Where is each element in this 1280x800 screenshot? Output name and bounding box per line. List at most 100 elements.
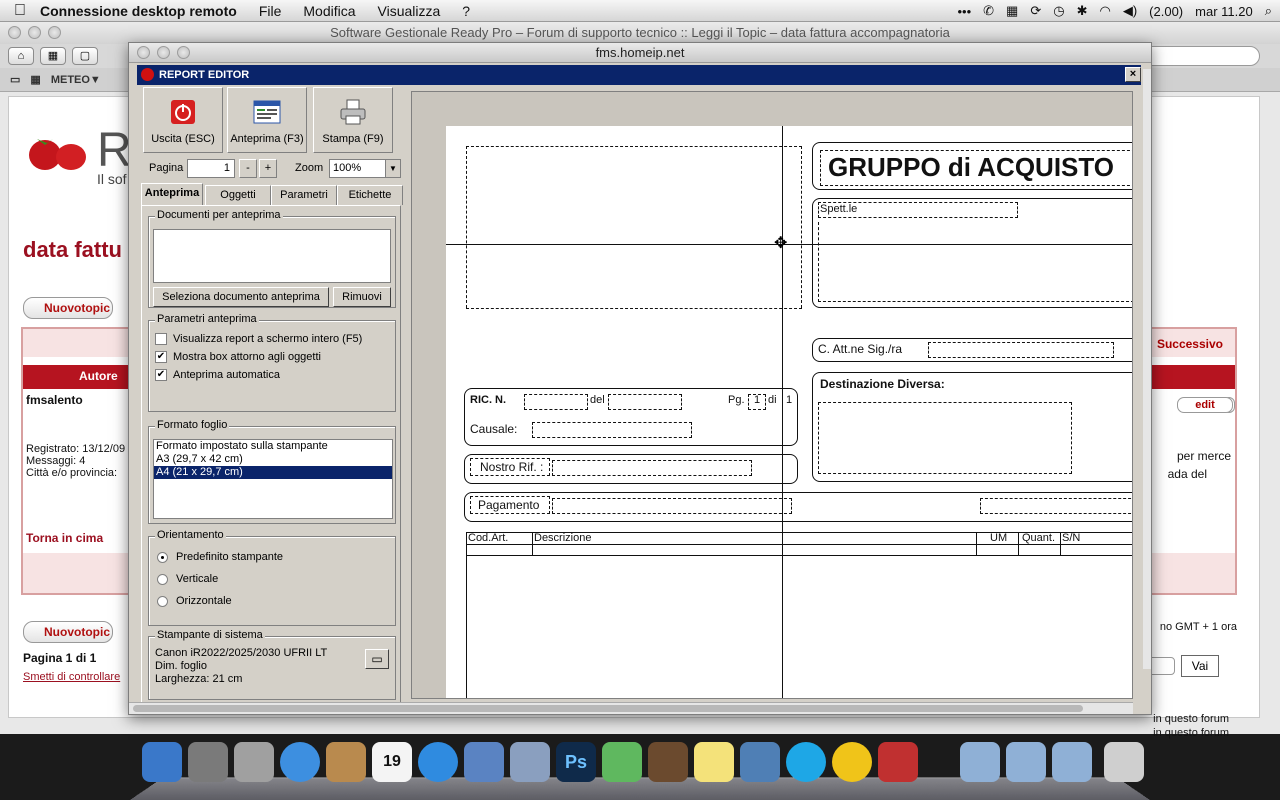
new-topic-button[interactable]: Nuovotopic [23, 297, 113, 319]
auto-preview-checkbox[interactable]: ✔ Anteprima automatica [155, 369, 280, 381]
reason-field[interactable] [532, 422, 692, 438]
report-page[interactable]: GRUPPO di ACQUISTO Spett.le C. Att.ne Si… [446, 126, 1132, 698]
select-document-button[interactable]: Seleziona documento anteprima [153, 287, 329, 307]
downloads-folder-icon[interactable] [960, 742, 1000, 782]
radio-dot[interactable] [157, 573, 168, 585]
apple-menu-icon[interactable]:  [0, 2, 40, 20]
finder-icon[interactable] [142, 742, 182, 782]
reader-icon[interactable]: ▢ [72, 47, 98, 65]
fullscreen-checkbox-box[interactable] [155, 333, 167, 345]
bluetooth-icon[interactable]: ✱ [1077, 3, 1088, 19]
print-button[interactable]: Stampa (F9) [313, 87, 393, 153]
rdc-minimize-button[interactable] [157, 46, 170, 59]
page-prev-button[interactable]: - [239, 159, 257, 178]
grid-icon[interactable]: ▦ [1006, 3, 1018, 19]
applications-folder-icon[interactable] [1006, 742, 1046, 782]
book-icon[interactable]: ▭ [10, 73, 20, 86]
rdc-close-button[interactable] [137, 46, 150, 59]
rdc-zoom-button[interactable] [177, 46, 190, 59]
spotlight-icon[interactable]: ⌕ [1265, 3, 1272, 19]
bookmark-meteo[interactable]: METEO▼ [51, 74, 101, 86]
remove-button[interactable]: Rimuovi [333, 287, 391, 307]
show-box-checkbox[interactable]: ✔ Mostra box attorno agli oggetti [155, 351, 321, 363]
preview-button[interactable]: Anteprima (F3) [227, 87, 307, 153]
battery-indicator[interactable]: (2.00) [1149, 4, 1183, 19]
menu-visualizza[interactable]: Visualizza [378, 3, 441, 19]
payment-field[interactable] [552, 498, 792, 514]
safari-icon[interactable] [418, 742, 458, 782]
network-app-icon[interactable] [602, 742, 642, 782]
format-option[interactable]: Formato impostato sulla stampante [154, 440, 392, 453]
wifi-icon[interactable]: ◠ [1100, 3, 1111, 19]
sync-icon[interactable]: ⟳ [1030, 3, 1041, 19]
new-topic-button-bottom[interactable]: Nuovotopic [23, 621, 113, 643]
volume-icon[interactable]: ◀) [1123, 3, 1137, 19]
menu-help[interactable]: ? [462, 3, 470, 19]
order-date-field[interactable] [608, 394, 682, 410]
orientation-portrait-radio[interactable]: Verticale [157, 573, 218, 585]
guide-vertical[interactable] [782, 126, 783, 698]
calculator-icon[interactable] [234, 742, 274, 782]
guide-horizontal[interactable] [446, 244, 1132, 245]
trash-icon[interactable] [1104, 742, 1144, 782]
itunes-icon[interactable] [280, 742, 320, 782]
edit-button[interactable]: edit [1177, 397, 1233, 413]
format-option[interactable]: A3 (29,7 x 42 cm) [154, 453, 392, 466]
next-link[interactable]: Successivo [1157, 337, 1223, 351]
show-box-checkbox-box[interactable]: ✔ [155, 351, 167, 363]
grid-bookmarks-icon[interactable]: ▦ [30, 73, 40, 86]
tab-etichette[interactable]: Etichette [337, 185, 403, 205]
scrollbar-thumb[interactable] [133, 705, 1083, 712]
tab-parametri[interactable]: Parametri [271, 185, 337, 205]
report-canvas[interactable]: GRUPPO di ACQUISTO Spett.le C. Att.ne Si… [411, 91, 1133, 699]
mail-icon[interactable] [464, 742, 504, 782]
clock[interactable]: mar 11.20 [1195, 4, 1253, 19]
attention-field[interactable] [928, 342, 1114, 358]
documents-folder-icon[interactable] [1052, 742, 1092, 782]
back-to-top-link[interactable]: Torna in cima [26, 531, 103, 545]
alt-destination-field[interactable] [818, 402, 1072, 474]
tab-anteprima[interactable]: Anteprima [141, 183, 203, 205]
fullscreen-checkbox[interactable]: Visualizza report a schermo intero (F5) [155, 333, 362, 345]
recipient-address-field[interactable] [818, 222, 1132, 302]
iphoto-icon[interactable] [510, 742, 550, 782]
page-number-input[interactable]: 1 [187, 159, 235, 178]
format-option-selected[interactable]: A4 (21 x 29,7 cm) [154, 466, 392, 479]
exit-button[interactable]: Uscita (ESC) [143, 87, 223, 153]
cyberduck-icon[interactable] [832, 742, 872, 782]
remote-desktop-icon[interactable] [740, 742, 780, 782]
author-name[interactable]: fmsalento [26, 393, 83, 407]
order-number-field[interactable] [524, 394, 588, 410]
logo-box[interactable] [466, 146, 802, 308]
address-book-icon[interactable] [326, 742, 366, 782]
vertical-scrollbar[interactable] [1143, 69, 1151, 669]
reference-field[interactable] [552, 460, 752, 476]
system-preferences-icon[interactable] [188, 742, 228, 782]
tab-oggetti[interactable]: Oggetti [205, 185, 271, 205]
unwatch-link[interactable]: Smetti di controllare [23, 671, 120, 683]
payment-extra-field[interactable] [980, 498, 1132, 514]
horizontal-scrollbar[interactable] [129, 702, 1133, 714]
ical-icon[interactable]: 19 [372, 742, 412, 782]
zoom-select[interactable]: 100% ▼ [329, 159, 401, 178]
radio-dot[interactable] [157, 551, 168, 563]
skype-icon[interactable] [786, 742, 826, 782]
photoshop-icon[interactable]: Ps [556, 742, 596, 782]
home-icon[interactable]: ⌂ [8, 47, 34, 65]
editor-close-button[interactable]: × [1125, 67, 1141, 82]
chevron-down-icon[interactable]: ▼ [385, 160, 400, 177]
sheet-format-list[interactable]: Formato impostato sulla stampante A3 (29… [153, 439, 393, 519]
menu-file[interactable]: File [259, 3, 282, 19]
go-button[interactable]: Vai [1181, 655, 1219, 677]
top-sites-icon[interactable]: ▦ [40, 47, 66, 65]
radio-dot[interactable] [157, 595, 168, 607]
photo-booth-icon[interactable] [878, 742, 918, 782]
folder-icon[interactable]: ▭ [365, 649, 389, 669]
minimize-window-button[interactable] [28, 26, 41, 39]
time-machine-icon[interactable]: ◷ [1053, 3, 1064, 19]
page-next-button[interactable]: + [259, 159, 277, 178]
status-dots-icon[interactable]: ••• [957, 4, 971, 19]
close-window-button[interactable] [8, 26, 21, 39]
stickies-icon[interactable] [694, 742, 734, 782]
documents-list[interactable] [153, 229, 391, 283]
